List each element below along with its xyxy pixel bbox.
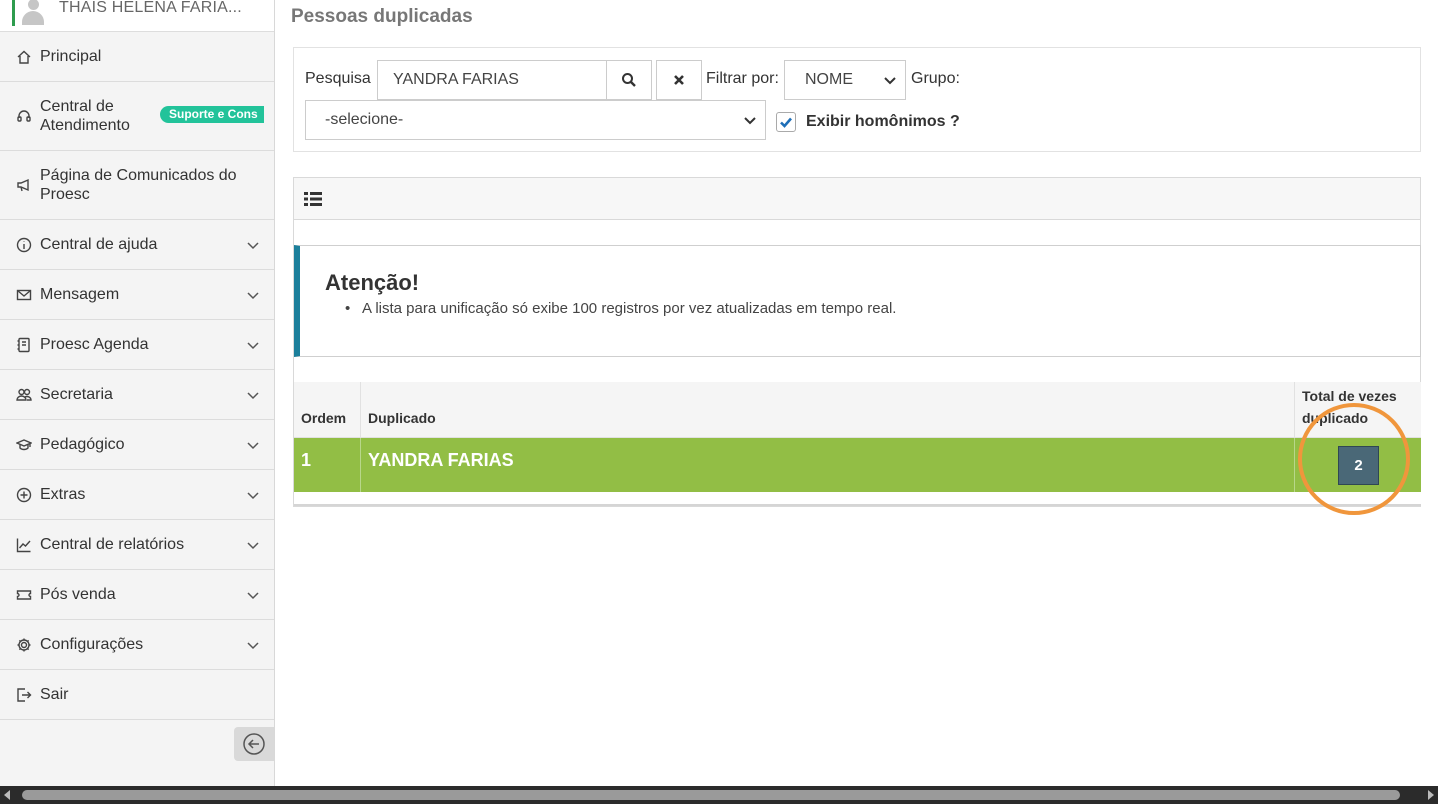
home-icon (15, 48, 33, 66)
main-content: Pessoas duplicadas Pesquisa YANDRA FARIA… (275, 0, 1438, 786)
row-count-cell: 2 (1295, 438, 1421, 492)
sidebar-item-mensagem[interactable]: Mensagem (0, 270, 274, 320)
headset-icon (15, 107, 33, 125)
sidebar-item-label: Principal (40, 48, 102, 65)
sidebar-item-label: Mensagem (40, 286, 120, 303)
user-profile[interactable]: THAIS HELENA FARIA... (0, 0, 274, 32)
user-accent-bar (12, 0, 15, 26)
duplicates-table: Ordem Duplicado Total de vezes duplicado… (294, 382, 1421, 506)
sidebar-item-central-de-ajuda[interactable]: Central de ajuda (0, 220, 274, 270)
ticket-icon (15, 586, 33, 604)
graduation-cap-icon (15, 436, 33, 454)
sidebar-item-label: Proesc Agenda (40, 336, 149, 353)
line-chart-icon (15, 536, 33, 554)
sidebar-item-secretaria[interactable]: Secretaria (0, 370, 274, 420)
sidebar-item-label: Configurações (40, 636, 144, 653)
sidebar-item-label: Pós venda (40, 586, 116, 603)
chevron-down-icon (246, 238, 260, 252)
chevron-down-icon (246, 438, 260, 452)
sidebar: THAIS HELENA FARIA... Principal Central … (0, 0, 275, 786)
gear-icon (15, 636, 33, 654)
sidebar-item-pos-venda[interactable]: Pós venda (0, 570, 274, 620)
search-input[interactable]: YANDRA FARIAS (377, 60, 607, 100)
sidebar-item-pedagogico[interactable]: Pedagógico (0, 420, 274, 470)
people-icon (15, 386, 33, 404)
clear-button[interactable] (656, 60, 702, 100)
envelope-icon (15, 286, 33, 304)
sidebar-item-comunicados[interactable]: Página de Comunicados do Proesc (0, 151, 274, 220)
search-button[interactable] (606, 60, 652, 100)
arrow-left-circle-icon (243, 733, 265, 755)
close-icon (674, 75, 684, 85)
agenda-icon (15, 336, 33, 354)
chevron-down-icon (246, 338, 260, 352)
page-title: Pessoas duplicadas (291, 6, 473, 27)
sidebar-item-label: Secretaria (40, 386, 113, 403)
alert-title: Atenção! (325, 270, 420, 295)
sidebar-item-label: Central de Atendimento (40, 98, 130, 134)
group-label: Grupo: (911, 70, 960, 87)
sidebar-item-label: Central de ajuda (40, 236, 158, 253)
chevron-down-icon (246, 538, 260, 552)
results-panel: Atenção! A lista para unificação só exib… (293, 177, 1421, 507)
search-icon (622, 73, 636, 87)
duplicate-count-button[interactable]: 2 (1338, 446, 1379, 485)
table-footer (294, 492, 1421, 506)
filter-by-label: Filtrar por: (706, 70, 779, 87)
megaphone-icon (15, 176, 33, 194)
scroll-left-icon[interactable] (4, 790, 10, 800)
results-panel-header (294, 178, 1420, 220)
row-name: YANDRA FARIAS (361, 438, 1295, 492)
sidebar-item-label: Sair (40, 686, 69, 703)
table-header: Ordem Duplicado Total de vezes duplicado (294, 382, 1421, 438)
chevron-down-icon (246, 488, 260, 502)
sidebar-item-label: Pedagógico (40, 436, 125, 453)
sidebar-item-label: Página de Comunicados do Proesc (40, 167, 237, 203)
chevron-down-icon (246, 388, 260, 402)
chevron-down-icon (246, 288, 260, 302)
filter-by-select[interactable]: NOME (784, 60, 906, 100)
column-header-ordem[interactable]: Ordem (294, 382, 361, 437)
logout-icon (15, 686, 33, 704)
group-value: -selecione- (325, 111, 404, 128)
filter-by-value: NOME (805, 71, 853, 88)
chevron-down-icon (743, 113, 757, 127)
user-name: THAIS HELENA FARIA... (59, 0, 242, 16)
support-badge[interactable]: Suporte e Cons (160, 106, 264, 123)
sidebar-item-extras[interactable]: Extras (0, 470, 274, 520)
alert-item: A lista para unificação só exibe 100 reg… (345, 300, 896, 317)
scroll-right-icon[interactable] (1428, 790, 1434, 800)
sidebar-item-principal[interactable]: Principal (0, 32, 274, 82)
table-row[interactable]: 1 YANDRA FARIAS 2 (294, 438, 1421, 492)
plus-circle-icon (15, 486, 33, 504)
avatar-icon (20, 0, 46, 25)
sidebar-item-configuracoes[interactable]: Configurações (0, 620, 274, 670)
chevron-down-icon (883, 73, 897, 87)
show-homonyms-label: Exibir homônimos ? (806, 113, 960, 130)
warning-alert: Atenção! A lista para unificação só exib… (294, 245, 1421, 357)
sidebar-item-label: Central de relatórios (40, 536, 185, 553)
chevron-down-icon (246, 638, 260, 652)
row-order: 1 (294, 438, 361, 492)
group-select[interactable]: -selecione- (305, 100, 766, 140)
sidebar-item-central-de-atendimento[interactable]: Central de Atendimento Suporte e Cons (0, 82, 274, 151)
list-icon (304, 191, 322, 206)
search-label: Pesquisa (305, 70, 371, 87)
sidebar-item-sair[interactable]: Sair (0, 670, 274, 720)
horizontal-scrollbar[interactable] (0, 786, 1438, 804)
chevron-down-icon (246, 588, 260, 602)
sidebar-item-label: Extras (40, 486, 86, 503)
sidebar-collapse-button[interactable] (234, 727, 274, 761)
scrollbar-thumb[interactable] (22, 790, 1400, 800)
show-homonyms-checkbox[interactable] (776, 112, 796, 132)
column-header-total[interactable]: Total de vezes duplicado (1295, 382, 1421, 437)
filter-panel: Pesquisa YANDRA FARIAS Filtrar por: NOME… (293, 47, 1421, 152)
check-icon (780, 117, 792, 128)
sidebar-item-proesc-agenda[interactable]: Proesc Agenda (0, 320, 274, 370)
column-header-duplicado[interactable]: Duplicado (361, 382, 1295, 437)
sidebar-item-central-de-relatorios[interactable]: Central de relatórios (0, 520, 274, 570)
info-icon (15, 236, 33, 254)
